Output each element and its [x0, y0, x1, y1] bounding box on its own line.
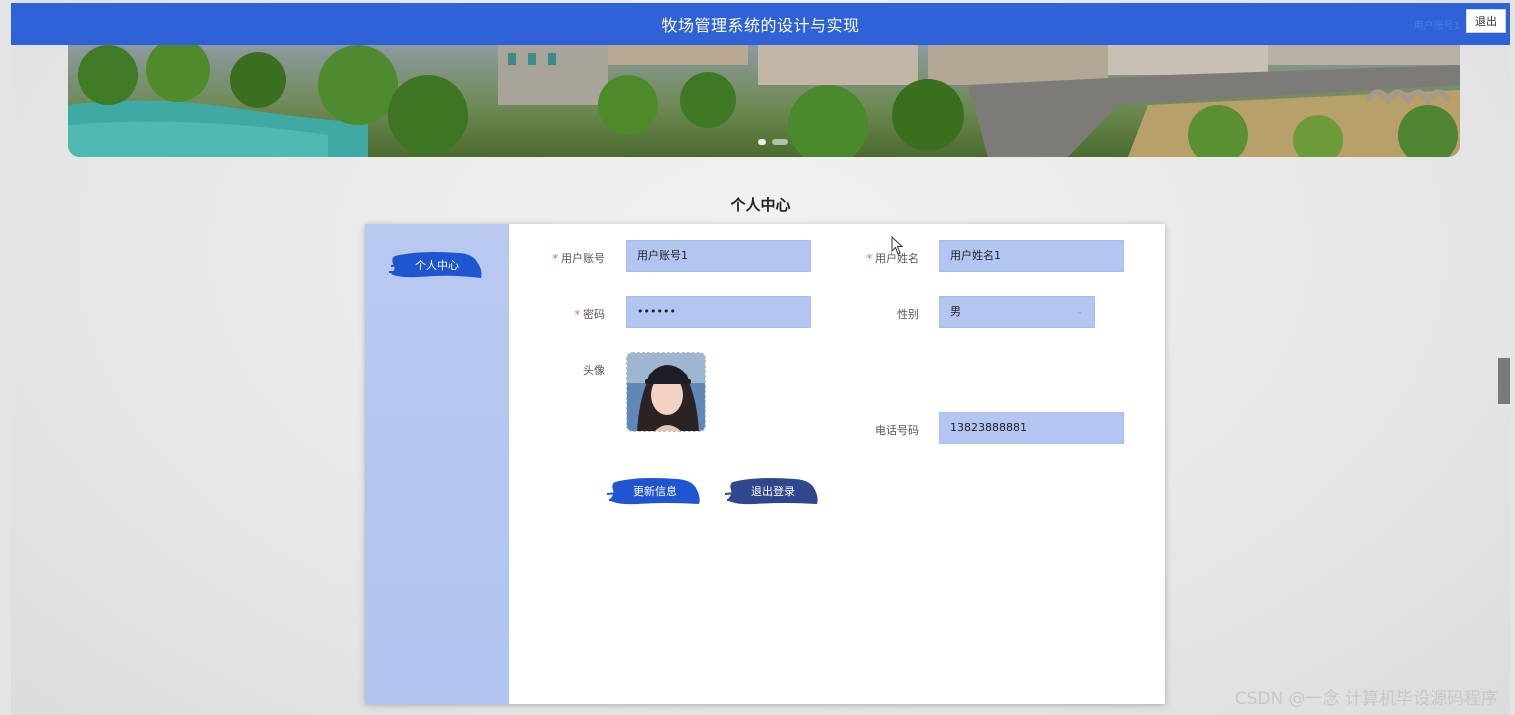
- account-field[interactable]: 用户账号1: [626, 240, 811, 272]
- password-field[interactable]: ••••••: [626, 296, 811, 328]
- required-marker: *: [552, 252, 559, 265]
- sidebar-item-label: 个人中心: [415, 259, 459, 272]
- top-bar: 牧场管理系统的设计与实现 用户账号1 退出: [11, 3, 1510, 45]
- carousel-dot[interactable]: [772, 139, 788, 145]
- sidebar: 个人中心: [365, 224, 509, 704]
- account-label: * 用户账号: [552, 252, 606, 265]
- logout-account-button[interactable]: 退出登录: [725, 474, 821, 508]
- mouse-cursor-icon: [891, 236, 904, 255]
- profile-card: 个人中心 * 用户账号 用户账号1 * 用户姓名 用户姓名1 * 密码 •••••• …: [365, 224, 1165, 704]
- gender-select[interactable]: 男 ⌄: [939, 296, 1095, 328]
- current-user-label: 用户账号1: [1413, 21, 1460, 32]
- logout-account-label: 退出登录: [751, 485, 795, 498]
- page: 牧场管理系统的设计与实现 用户账号1 退出 个人中心 个人中心 * 用户账号 用…: [11, 0, 1510, 715]
- sidebar-item-profile[interactable]: 个人中心: [389, 248, 485, 282]
- logout-button[interactable]: 退出: [1466, 9, 1506, 33]
- update-info-label: 更新信息: [633, 485, 677, 498]
- name-field[interactable]: 用户姓名1: [939, 240, 1124, 272]
- phone-label: 电话号码: [875, 424, 919, 437]
- banner-carousel[interactable]: [68, 45, 1460, 157]
- avatar-label: 头像: [583, 364, 605, 377]
- name-label: * 用户姓名: [866, 252, 920, 265]
- gender-label: 性别: [897, 308, 919, 321]
- carousel-indicators: [758, 139, 788, 145]
- watermark: CSDN @一念 计算机毕设源码程序: [1234, 689, 1498, 709]
- required-marker: *: [866, 252, 873, 265]
- page-title: 个人中心: [730, 196, 791, 214]
- avatar-upload[interactable]: [626, 352, 706, 432]
- phone-field[interactable]: 13823888881: [939, 412, 1124, 444]
- required-marker: *: [574, 308, 581, 321]
- chevron-down-icon: ⌄: [1075, 306, 1084, 317]
- password-label: * 密码: [574, 308, 606, 321]
- scrollbar-thumb[interactable]: [1498, 358, 1510, 404]
- update-info-button[interactable]: 更新信息: [607, 474, 703, 508]
- avatar-image: [627, 353, 705, 431]
- app-title: 牧场管理系统的设计与实现: [661, 16, 860, 35]
- gender-value: 男: [950, 305, 961, 318]
- carousel-dot-active[interactable]: [758, 139, 766, 145]
